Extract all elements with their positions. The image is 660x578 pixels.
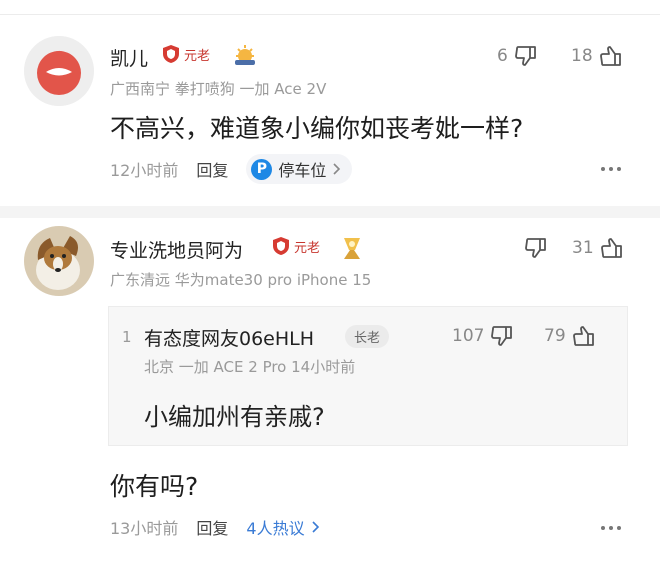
comment-time: 12小时前 [110,161,179,180]
dog-avatar-icon [24,226,94,296]
quote-username[interactable]: 有态度网友06eHLH [144,324,314,351]
hot-label: 4人热议 [246,519,305,538]
trophy-medal-icon [340,235,364,265]
like-button[interactable]: 18 [571,44,623,68]
comment-actions: 12小时前 回复 P 停车位 [110,154,353,184]
comment-username[interactable]: 凯儿 [110,44,148,71]
like-count: 31 [572,238,594,258]
reply-button[interactable]: 回复 [196,515,228,539]
avatar[interactable] [24,36,94,106]
comment-username[interactable]: 专业洗地员阿为 [110,236,243,263]
more-options-button[interactable] [601,167,621,171]
quote-index: 1 [122,328,132,346]
dislike-button[interactable] [518,236,548,260]
sun-medal-icon [232,43,258,71]
badge-label: 元老 [294,240,321,256]
thumbs-up-icon [599,46,621,66]
thumbs-down-icon [514,46,536,66]
thumbs-up-icon [600,238,622,258]
more-options-button[interactable] [601,526,621,530]
like-count: 79 [544,326,566,346]
dot-icon [617,526,621,530]
thumbs-down-icon [491,326,513,346]
comment-time: 13小时前 [110,519,179,538]
avatar[interactable] [24,226,94,296]
dot-icon [601,167,605,171]
badge-label: 元老 [184,48,211,64]
comment-text: 不高兴，难道象小编你如丧考妣一样? [110,114,524,143]
dislike-button[interactable]: 6 [497,44,538,68]
chip-label: 停车位 [278,161,327,180]
parking-icon: P [251,158,273,180]
quote-like-button[interactable]: 79 [544,324,596,348]
rank-badge: 长老 [345,325,390,348]
comment-separator [0,206,660,218]
dot-icon [617,167,621,171]
comment-meta: 广东清远 华为mate30 pro iPhone 15 [110,271,372,289]
user-badge: 元老 [161,44,210,64]
parking-chip[interactable]: P 停车位 [246,154,353,184]
thumbs-down-icon [525,238,546,258]
reply-button[interactable]: 回复 [196,157,228,181]
quote-dislike-button[interactable]: 107 [452,324,514,348]
like-button[interactable]: 31 [572,236,624,260]
dot-icon [609,167,613,171]
hot-discussion-link[interactable]: 4人热议 [246,515,320,539]
dot-icon [601,526,605,530]
chevron-right-icon [312,521,319,533]
top-divider [0,14,660,15]
quote-text: 小编加州有亲戚? [144,403,325,431]
like-count: 18 [571,46,593,66]
user-badge: 元老 [271,236,320,256]
shield-badge-icon [273,237,289,255]
shield-badge-icon [163,45,179,63]
comment-meta: 广西南宁 拳打喷狗 一加 Ace 2V [110,80,327,98]
dislike-count: 107 [452,326,485,346]
comment-text: 你有吗? [110,472,199,501]
comment-actions: 13小时前 回复 4人热议 [110,515,321,539]
thumbs-up-icon [572,326,594,346]
dot-icon [609,526,613,530]
dislike-count: 6 [497,46,508,66]
chevron-right-icon [333,163,341,175]
quote-meta: 北京 一加 ACE 2 Pro 14小时前 [144,358,356,376]
logo-avatar-icon [24,36,94,106]
